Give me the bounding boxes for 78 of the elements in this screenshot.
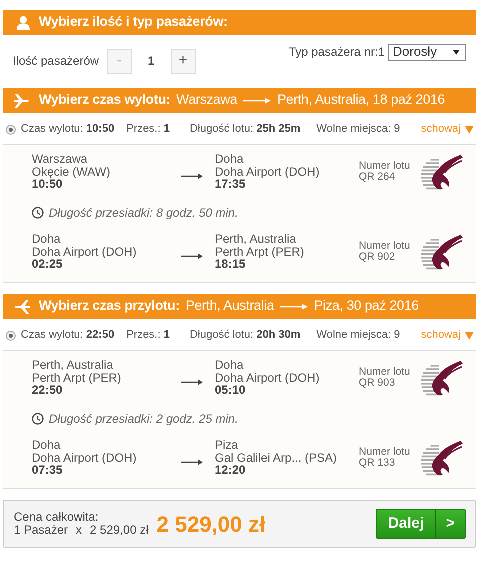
departure-airport: Doha Airport (DOH) [32, 246, 138, 258]
arrival-airport: Doha Airport (DOH) [215, 372, 321, 384]
route-destination: Perth, Australia, 18 paź 2016 [277, 91, 446, 110]
flight-number: QR 902 [359, 252, 396, 263]
multiply-sign: x [76, 524, 82, 537]
flight-summary-text: Wolne miejsca: 9 [316, 328, 400, 344]
flight-number: QR 264 [359, 172, 396, 183]
departure-city: Doha [32, 439, 62, 452]
departure-airport: Okęcie (WAW) [32, 166, 112, 178]
flight-summary-text: Przes.: 1 [126, 328, 170, 344]
departure-time: 07:35 [32, 464, 64, 476]
total-price: 2 529,00 zł [156, 510, 266, 538]
layover-duration: Długość przesiadki: 2 godz. 25 min. [49, 411, 238, 428]
next-button[interactable]: Dalej > [376, 509, 466, 539]
flight-summary-text: Długość lotu: 20h 30m [190, 328, 301, 344]
flight-summary-text: Przes.: 1 [126, 122, 170, 138]
flight-summary-text: Czas wylotu: 10:50 [21, 122, 115, 138]
departure-city: Perth, Australia [32, 359, 114, 372]
section-title: Wybierz ilość i typ pasażerów: [39, 13, 228, 32]
layover-duration: Długość przesiadki: 8 godz. 50 min. [49, 205, 238, 222]
radio-button[interactable] [6, 330, 16, 340]
flight-number: QR 133 [359, 458, 396, 469]
departure-airport: Doha Airport (DOH) [32, 452, 138, 464]
flight-summary-text: Długość lotu: 25h 25m [190, 122, 301, 138]
flight-number-label: Numer lotu [359, 241, 412, 252]
arrow-icon [181, 459, 203, 466]
departure-time: 02:25 [32, 258, 64, 270]
caret-icon [465, 332, 474, 340]
arrival-time: 05:10 [215, 384, 246, 396]
radio-button[interactable] [6, 124, 16, 134]
departure-city: Doha [32, 233, 62, 246]
caret-icon [465, 126, 474, 134]
flight-number-label: Numer lotu [359, 161, 412, 172]
arrival-airport: Doha Airport (DOH) [215, 166, 321, 178]
arrival-city: Perth, Australia [215, 233, 298, 246]
clock-icon [32, 413, 44, 425]
flight-number-label: Numer lotu [359, 367, 412, 378]
arrival-time: 12:20 [215, 464, 247, 476]
arrival-time: 18:15 [215, 258, 246, 270]
section-title: Wybierz czas wylotu: [39, 91, 171, 110]
passenger-count-text: 1 Pasażer [14, 524, 68, 537]
arrival-airport: Gal Galilei Arp... (PSA) [215, 452, 338, 464]
arrival-city: Doha [215, 153, 245, 166]
flight-number-label: Numer lotu [359, 447, 412, 458]
plus-button[interactable]: + [170, 48, 196, 74]
route-origin: Warszawa [176, 91, 238, 110]
flight-summary-text: Czas wylotu: 22:50 [21, 328, 115, 344]
total-price-label: Cena całkowita: [14, 511, 100, 524]
arrival-city: Piza [215, 439, 240, 452]
arrow-icon [181, 173, 203, 180]
route-destination: Piza, 30 paź 2016 [314, 297, 419, 316]
toggle-link[interactable]: schowaj [421, 327, 474, 344]
flight-number: QR 903 [359, 378, 396, 389]
arrival-city: Doha [215, 359, 245, 372]
arrival-time: 17:35 [215, 178, 246, 190]
caret-icon [453, 50, 460, 54]
departure-city: Warszawa [32, 153, 89, 166]
arrow-icon [243, 96, 272, 104]
passenger-count-label: Ilość pasażerów [13, 53, 100, 70]
arrow-icon [181, 379, 203, 386]
toggle-link[interactable]: schowaj [421, 121, 474, 138]
arrow-icon [280, 302, 308, 310]
passenger-type-label: Typ pasażera nr:1 [288, 44, 385, 61]
person-icon [17, 16, 30, 30]
clock-icon [32, 207, 44, 219]
flight-summary-text: Wolne miejsca: 9 [316, 122, 400, 138]
departure-time: 10:50 [32, 178, 63, 190]
departure-airport: Perth Arpt (PER) [32, 372, 122, 384]
plane-icon [13, 298, 31, 316]
passenger-type-select[interactable]: Dorosły [388, 44, 466, 60]
plane-icon [13, 92, 31, 110]
passenger-count: 1 [148, 53, 155, 70]
unit-price: 2 529,00 zł [90, 524, 149, 537]
section-title: Wybierz czas przylotu: [39, 297, 180, 316]
arrival-airport: Perth Arpt (PER) [215, 246, 306, 258]
arrow-icon [181, 253, 203, 260]
route-origin: Perth, Australia [186, 297, 274, 316]
departure-time: 22:50 [32, 384, 64, 396]
